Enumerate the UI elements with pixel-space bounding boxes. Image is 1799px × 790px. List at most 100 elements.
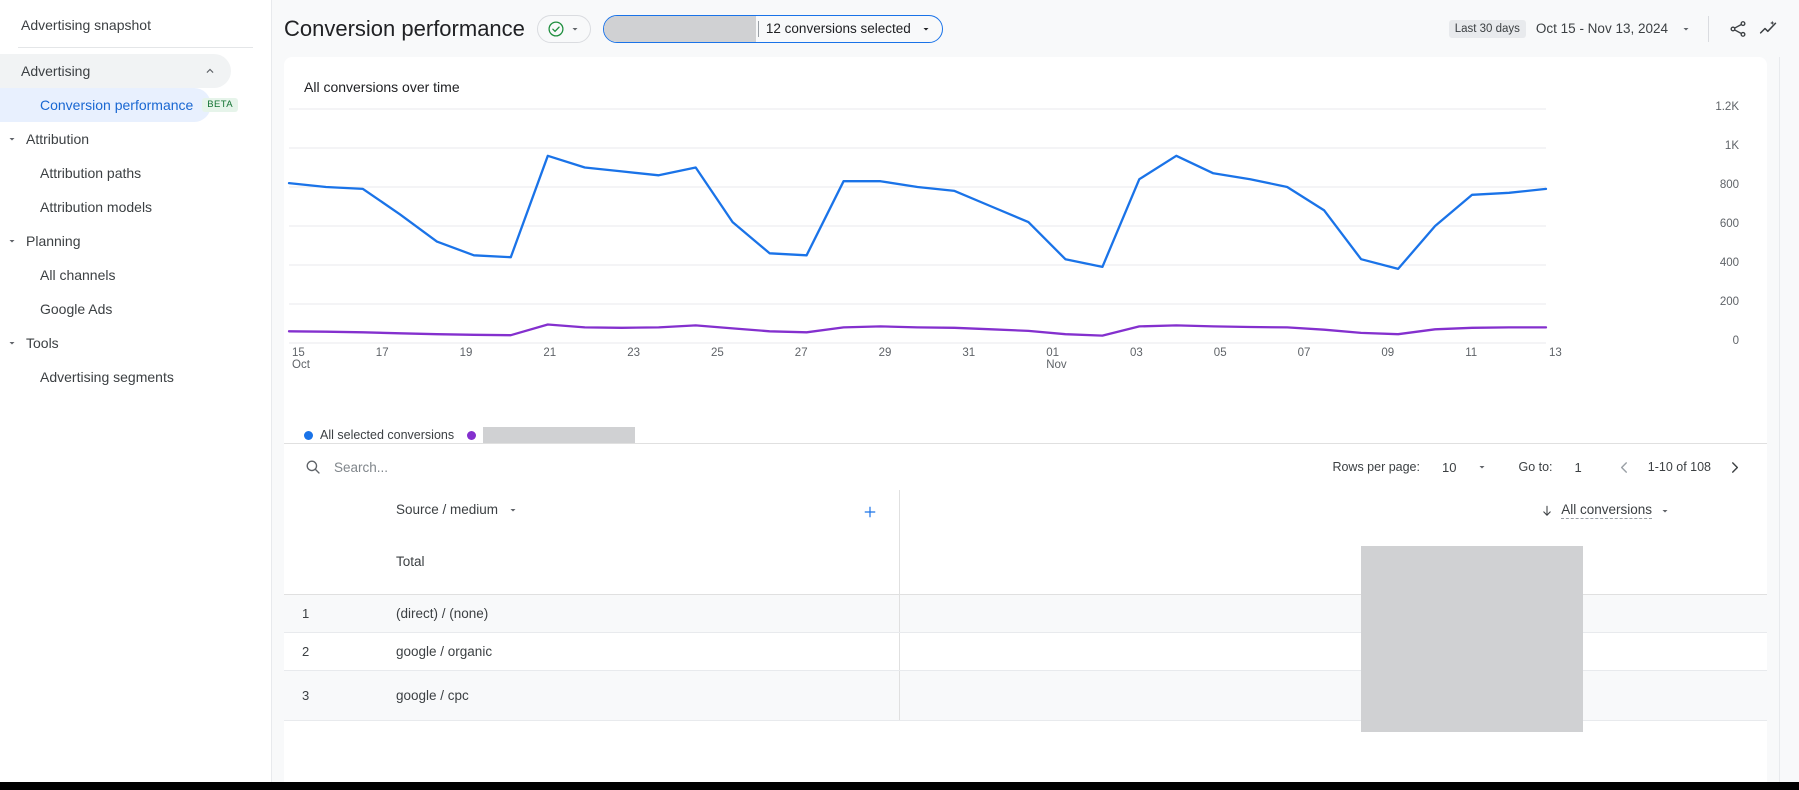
row-rank: 1 [284, 595, 396, 632]
x-axis-tick-label: 01Nov [1046, 347, 1066, 371]
row-metrics [900, 671, 1767, 720]
chevron-down-icon [1659, 505, 1671, 517]
x-axis-tick-label: 15Oct [292, 347, 310, 371]
chart-legend: All selected conversions [284, 427, 1767, 443]
date-range-badge: Last 30 days [1449, 20, 1526, 38]
arrow-down-icon [1540, 504, 1554, 518]
row-metrics [900, 633, 1767, 670]
go-to-value[interactable]: 1 [1575, 460, 1582, 475]
sidebar-item-tools[interactable]: Tools [0, 326, 271, 360]
sidebar-item-label: Conversion performance [40, 97, 193, 113]
sidebar-item-attribution[interactable]: Attribution [0, 122, 271, 156]
sidebar-item-label: Advertising segments [40, 369, 174, 385]
sidebar-item-conversion-performance[interactable]: Conversion performance BETA [0, 88, 211, 122]
table-toolbar: Rows per page: 10 Go to: 1 1-10 of 108 [284, 443, 1767, 490]
sidebar-item-attribution-models[interactable]: Attribution models [0, 190, 271, 224]
dimension-selector[interactable]: Source / medium [396, 502, 519, 517]
sidebar-item-label: Attribution models [40, 199, 152, 215]
property-selector-redacted[interactable] [604, 15, 756, 43]
y-axis-tick-label: 1.2K [1715, 101, 1739, 113]
metric-column-header: All conversions [900, 490, 1767, 594]
legend-item-all-selected-conversions[interactable]: All selected conversions [304, 428, 454, 442]
page-title: Conversion performance [284, 16, 525, 42]
rows-per-page-label: Rows per page: [1332, 460, 1420, 474]
insights-icon[interactable] [1753, 14, 1783, 44]
chevron-down-icon[interactable] [1680, 23, 1692, 35]
date-range-text[interactable]: Oct 15 - Nov 13, 2024 [1536, 21, 1668, 36]
left-navigation: Advertising snapshot Advertising Convers… [0, 0, 272, 790]
go-to-label: Go to: [1518, 460, 1552, 474]
search-box[interactable] [304, 458, 714, 476]
sidebar-item-all-channels[interactable]: All channels [0, 258, 271, 292]
chevron-down-icon [6, 337, 18, 349]
legend-item-redacted[interactable] [467, 427, 635, 443]
x-axis-tick-label: 25 [711, 347, 724, 359]
x-axis-tick-label: 11 [1465, 347, 1477, 359]
y-axis-tick-label: 800 [1720, 179, 1739, 191]
chevron-down-icon [6, 133, 18, 145]
sidebar-item-advertising-segments[interactable]: Advertising segments [0, 360, 271, 394]
sidebar-item-label: Advertising snapshot [21, 17, 151, 33]
metric-sort-control[interactable]: All conversions [1540, 502, 1671, 519]
x-axis-tick-label: 17 [376, 347, 389, 359]
sidebar-divider [18, 47, 253, 48]
x-axis-tick-label: 05 [1214, 347, 1227, 359]
dimension-column-header: Source / medium Total [284, 490, 900, 594]
legend-label-redacted [483, 427, 635, 443]
chevron-down-icon [507, 504, 519, 516]
vertical-scrollbar[interactable] [1779, 57, 1799, 782]
data-table: Source / medium Total [284, 490, 1767, 721]
x-axis-tick-label: 31 [962, 347, 975, 359]
sidebar-item-google-ads[interactable]: Google Ads [0, 292, 271, 326]
metrics-values-redacted [1361, 546, 1583, 732]
status-chip[interactable] [537, 15, 591, 43]
y-axis-tick-label: 400 [1720, 257, 1739, 269]
sidebar-item-attribution-paths[interactable]: Attribution paths [0, 156, 271, 190]
chevron-down-icon [6, 235, 18, 247]
sidebar-group-label: Advertising [21, 63, 90, 79]
x-axis-tick-label: 29 [879, 347, 892, 359]
x-axis-tick-label: 21 [543, 347, 556, 359]
legend-color-swatch [467, 431, 476, 440]
chevron-left-icon[interactable] [1612, 454, 1638, 480]
row-metrics [900, 595, 1767, 632]
y-axis-tick-label: 1K [1725, 140, 1739, 152]
chart-x-axis: 15Oct171921232527293101Nov030507091113 [284, 347, 1767, 397]
sidebar-item-label: Attribution [26, 131, 89, 147]
x-axis-tick-label: 19 [460, 347, 473, 359]
legend-color-swatch [304, 431, 313, 440]
rows-per-page-value[interactable]: 10 [1442, 460, 1456, 475]
selector-divider [758, 21, 759, 37]
x-axis-tick-label: 07 [1298, 347, 1311, 359]
add-column-button[interactable] [859, 501, 881, 523]
chevron-down-icon [569, 23, 581, 35]
sidebar-item-advertising-snapshot[interactable]: Advertising snapshot [0, 6, 271, 44]
sidebar-group-advertising[interactable]: Advertising [0, 54, 231, 88]
conversions-selector[interactable]: 12 conversions selected [603, 15, 943, 43]
pagination-controls: Rows per page: 10 Go to: 1 1-10 of 108 [1332, 454, 1747, 480]
chevron-down-icon [920, 23, 932, 35]
chevron-down-icon[interactable] [1476, 461, 1488, 473]
sidebar-item-planning[interactable]: Planning [0, 224, 271, 258]
sidebar-item-label: Planning [26, 233, 81, 249]
metric-header-label: All conversions [1561, 502, 1652, 519]
search-input[interactable] [334, 460, 714, 475]
y-axis-tick-label: 200 [1720, 296, 1739, 308]
beta-badge: BETA [202, 98, 238, 112]
sidebar-item-label: Google Ads [40, 301, 112, 317]
y-axis-tick-label: 600 [1720, 218, 1739, 230]
header-divider [1708, 16, 1709, 42]
chevron-right-icon[interactable] [1721, 454, 1747, 480]
share-icon[interactable] [1723, 14, 1753, 44]
chevron-up-icon [203, 64, 217, 78]
main-region: Conversion performance 12 conversions se… [272, 0, 1799, 790]
sidebar-item-label: All channels [40, 267, 116, 283]
row-dimension: google / cpc [396, 671, 900, 720]
conversions-line-chart[interactable]: 02004006008001K1.2K 15Oct171921232527293… [284, 101, 1767, 421]
report-card: All conversions over time 02004006008001… [284, 57, 1767, 782]
x-axis-tick-label: 27 [795, 347, 808, 359]
page-range-text: 1-10 of 108 [1648, 460, 1711, 474]
search-icon [304, 458, 322, 476]
y-axis-tick-label: 0 [1733, 335, 1739, 347]
row-dimension: google / organic [396, 633, 900, 670]
